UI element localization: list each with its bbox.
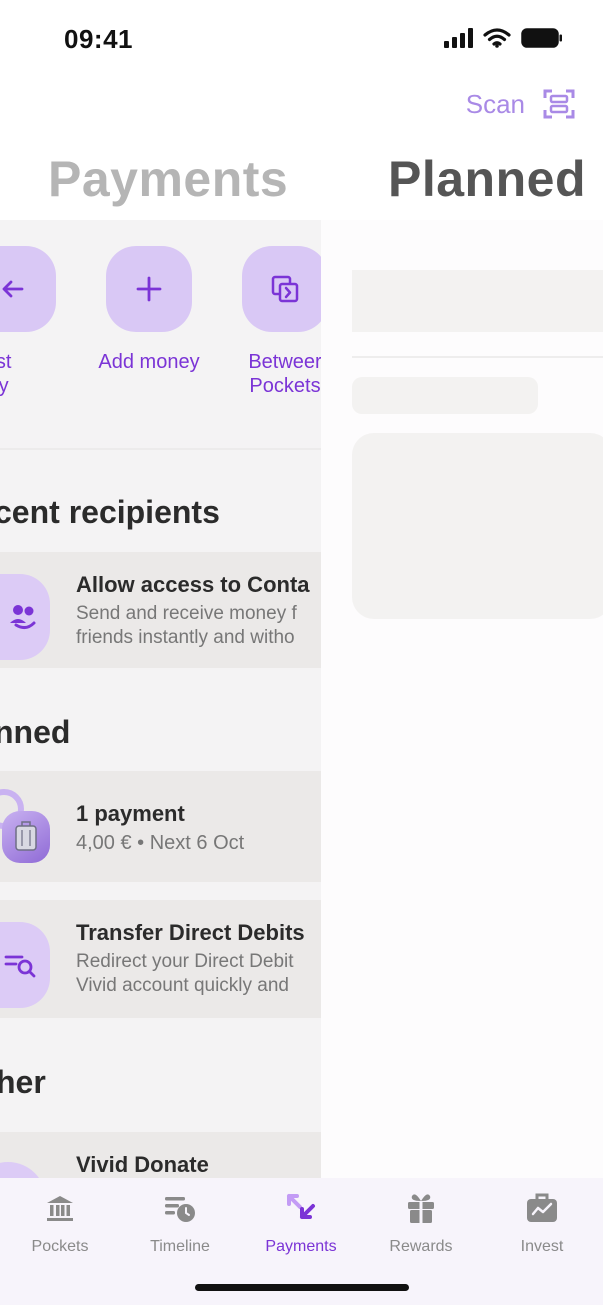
- divider: [0, 448, 321, 450]
- skeleton-divider: [352, 356, 603, 358]
- tab-rewards-label: Rewards: [389, 1238, 453, 1255]
- debits-card-line2: Vivid account quickly and: [76, 975, 289, 996]
- page-title-planned[interactable]: Planned: [388, 150, 586, 208]
- status-time: 09:41: [64, 24, 133, 54]
- donate-card-title: Vivid Donate: [76, 1152, 209, 1177]
- tab-rewards[interactable]: Rewards: [361, 1188, 481, 1256]
- scan-label: Scan: [465, 88, 525, 119]
- planned-panel: [321, 220, 603, 1178]
- add-money-button[interactable]: [106, 246, 192, 332]
- search-list-icon: [0, 922, 50, 1008]
- gift-icon: [408, 1194, 434, 1223]
- vivid-donate-card[interactable]: Vivid Donate: [0, 1132, 321, 1178]
- contacts-card-line1: Send and receive money f: [76, 603, 297, 624]
- scan-qr-icon: [543, 89, 575, 119]
- debits-card-line1: Redirect your Direct Debit: [76, 951, 294, 972]
- skeleton-block: [352, 270, 603, 332]
- page-title-payments[interactable]: Payments: [48, 150, 288, 208]
- tab-payments[interactable]: Payments: [241, 1188, 361, 1256]
- home-indicator[interactable]: [195, 1284, 409, 1291]
- between-pockets-icon: [271, 275, 299, 303]
- tab-payments-label: Payments: [265, 1238, 337, 1255]
- section-recent-recipients: cent recipients: [0, 494, 220, 530]
- contacts-card-line2: friends instantly and witho: [76, 627, 295, 648]
- between-pockets-button[interactable]: [242, 246, 321, 332]
- skeleton-line: [352, 377, 538, 414]
- planned-card-title: 1 payment: [76, 801, 185, 826]
- tab-pockets-label: Pockets: [31, 1238, 89, 1255]
- section-other: her: [0, 1064, 46, 1100]
- battery-icon: [521, 28, 562, 48]
- payments-arrows-icon: [287, 1194, 315, 1219]
- between-pockets-label: Betweer Pockets: [248, 351, 321, 397]
- status-bar: 09:41: [0, 0, 603, 80]
- debits-card-title: Transfer Direct Debits: [76, 920, 305, 945]
- scan-button[interactable]: Scan: [466, 88, 575, 120]
- donate-icon: [0, 1162, 46, 1178]
- planned-payment-card[interactable]: 1 payment 4,00 € • Next 6 Oct: [0, 771, 321, 882]
- tab-invest[interactable]: Invest: [482, 1188, 602, 1256]
- section-planned: nned: [0, 714, 71, 750]
- timeline-clock-icon: [165, 1197, 195, 1222]
- tab-invest-label: Invest: [520, 1238, 564, 1255]
- wifi-icon: [483, 28, 511, 48]
- bank-icon: [47, 1196, 73, 1221]
- tab-pockets[interactable]: Pockets: [0, 1188, 120, 1256]
- briefcase-chart-icon: [527, 1193, 557, 1222]
- tab-timeline-label: Timeline: [150, 1238, 210, 1255]
- status-icons: [444, 28, 563, 48]
- skeleton-card: [352, 433, 603, 619]
- allow-contacts-card[interactable]: Allow access to Conta Send and receive m…: [0, 552, 321, 668]
- contacts-icon: [0, 574, 50, 660]
- tab-timeline[interactable]: Timeline: [120, 1188, 240, 1256]
- planned-card-subtitle: 4,00 € • Next 6 Oct: [76, 832, 245, 854]
- transfer-direct-debits-card[interactable]: Transfer Direct Debits Redirect your Dir…: [0, 900, 321, 1018]
- cellular-signal-icon: [444, 28, 473, 48]
- plus-icon: [136, 276, 162, 302]
- request-money-button[interactable]: [0, 246, 56, 332]
- suitcase-icon: [2, 811, 50, 863]
- payments-panel: questoney Add money BetweerPockets cent …: [0, 220, 321, 1178]
- contacts-card-title: Allow access to Conta: [76, 572, 310, 597]
- arrow-left-icon: [2, 280, 24, 298]
